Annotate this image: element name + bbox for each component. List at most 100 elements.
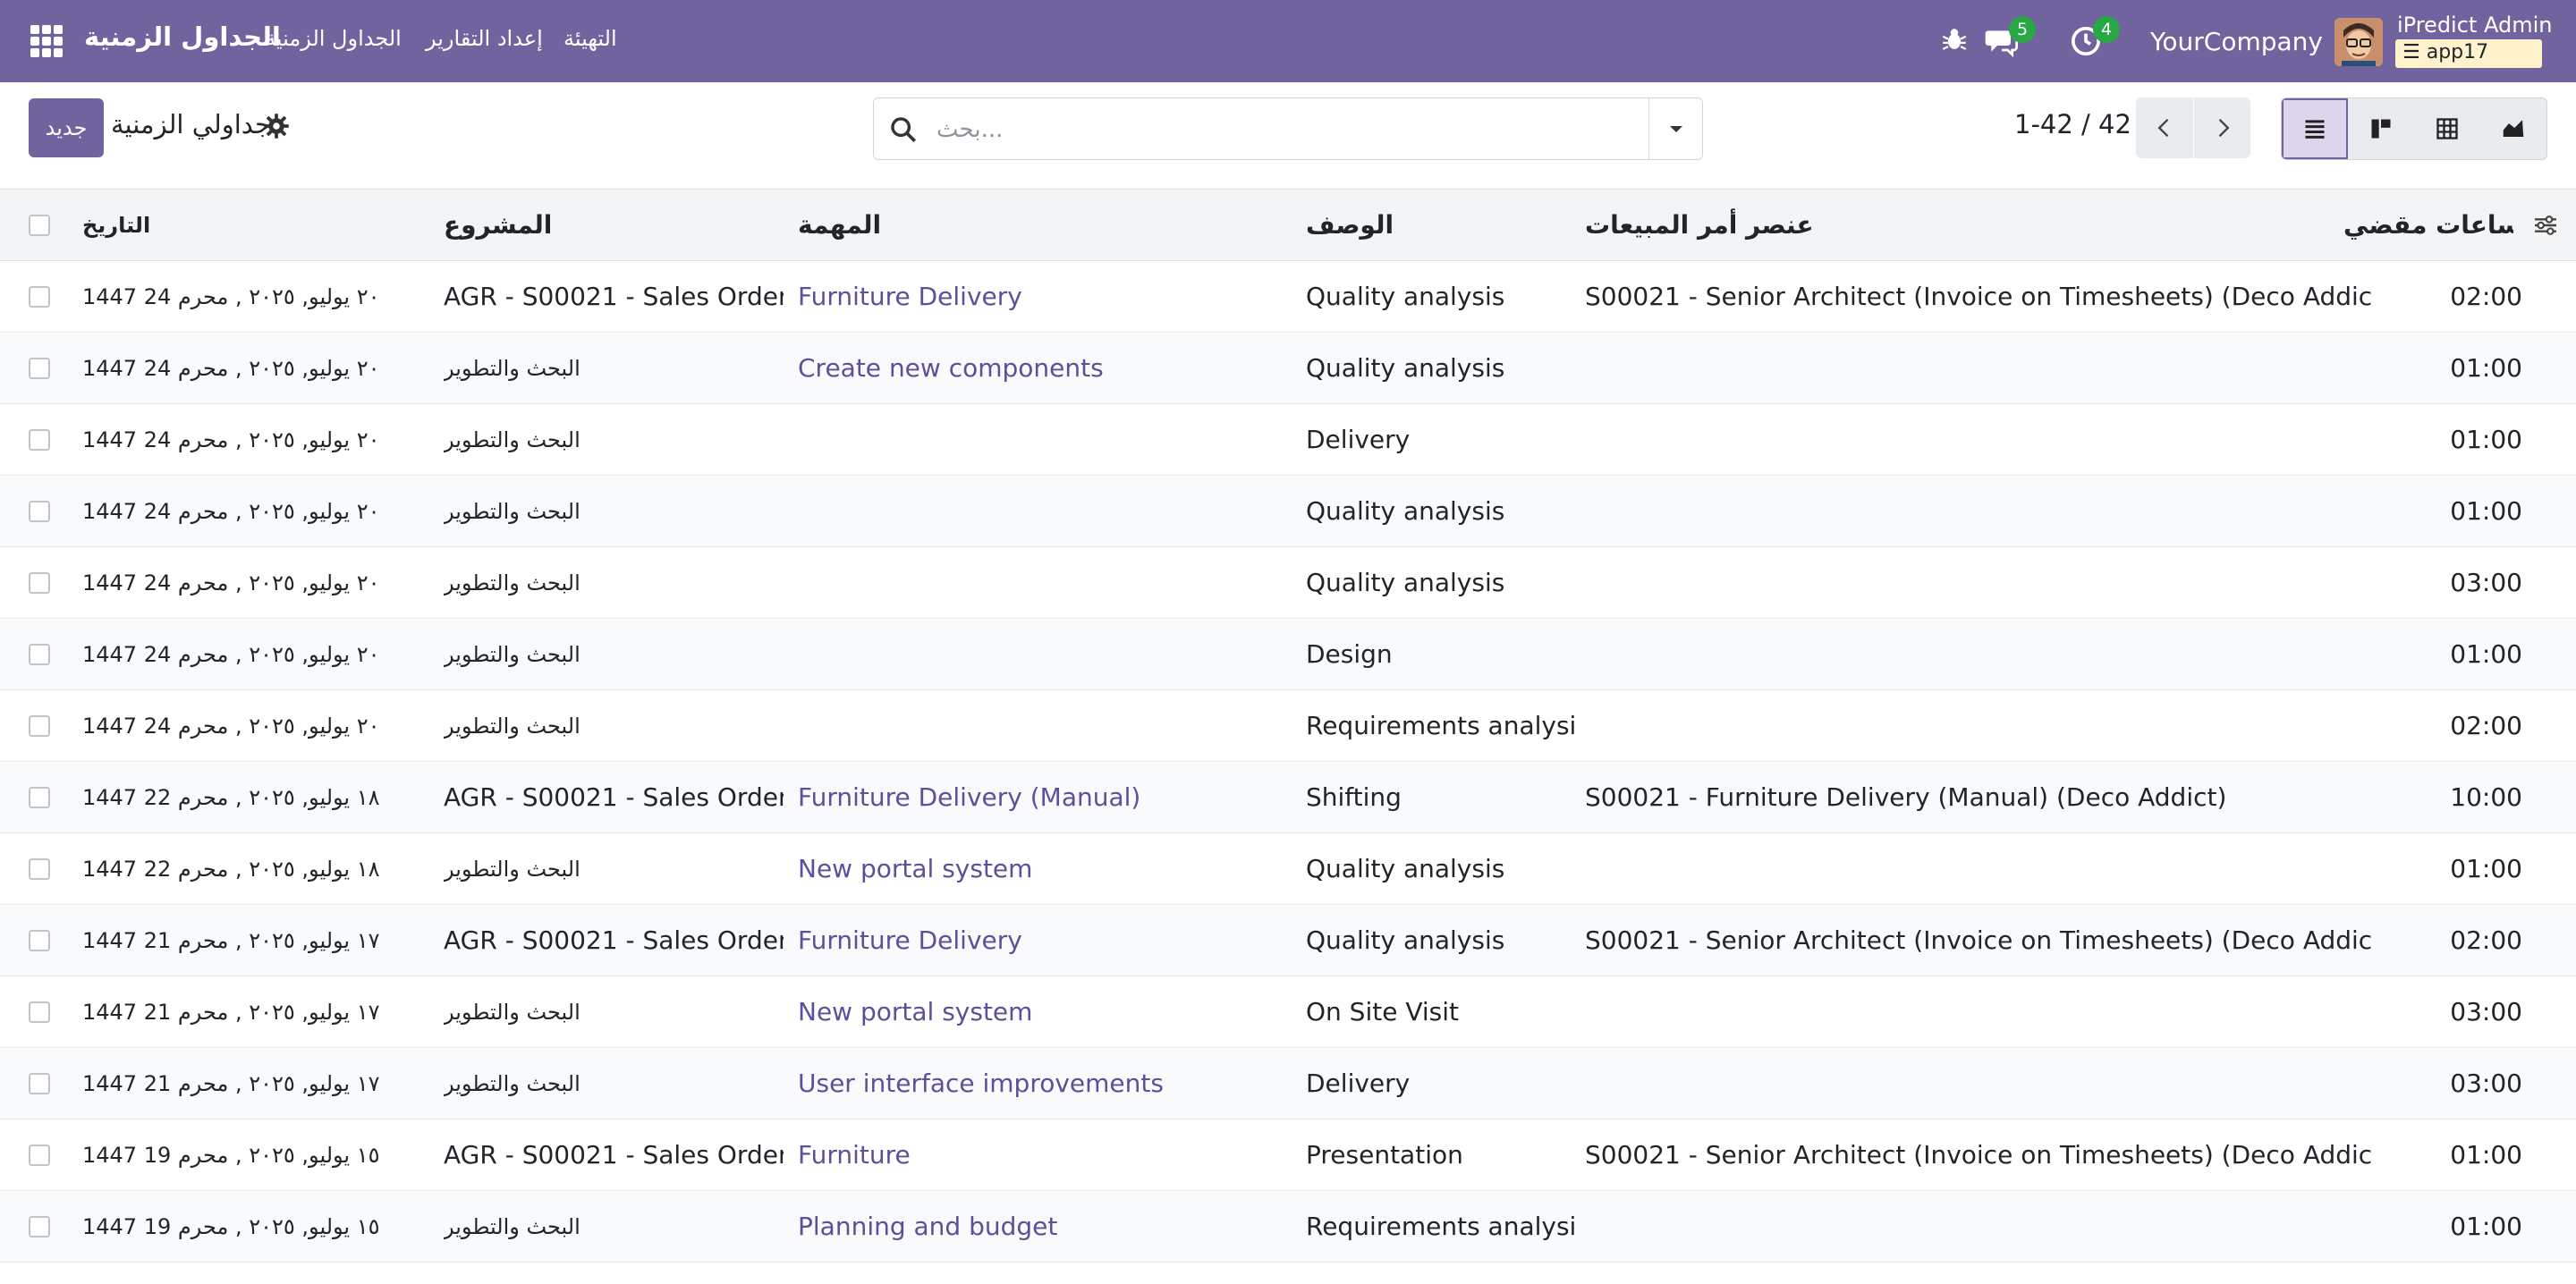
search-icon xyxy=(891,117,917,143)
row-checkbox[interactable] xyxy=(29,1073,50,1094)
table-row[interactable]: ٢٠ يوليو, ٢٠٢٥ , محرم 24 1447 البحث والتط… xyxy=(0,333,2576,404)
column-header-sale-order-item[interactable]: عنصر أمر المبيعات xyxy=(1585,190,2372,261)
cell-sale-order-item xyxy=(1585,833,2372,905)
row-checkbox[interactable] xyxy=(29,1216,50,1238)
row-checkbox[interactable] xyxy=(29,930,50,951)
menu-configuration[interactable]: التهيئة xyxy=(564,26,617,51)
cell-hours: 02:00 xyxy=(2450,925,2522,955)
optional-columns-icon[interactable] xyxy=(2531,211,2560,240)
table-row[interactable]: ١٧ يوليو, ٢٠٢٥ , محرم 21 1447 AGR - S0002… xyxy=(0,905,2576,976)
cell-task[interactable]: Planning and budget xyxy=(798,1191,1299,1263)
cell-project: البحث والتطوير xyxy=(444,1214,580,1239)
cell-task[interactable]: Furniture xyxy=(798,1119,1299,1191)
menu-reporting[interactable]: إعداد التقارير xyxy=(426,26,543,51)
user-name[interactable]: iPredict Admin xyxy=(2397,13,2552,38)
search-bar[interactable]: بحث... xyxy=(873,97,1703,160)
table-row[interactable]: ٢٠ يوليو, ٢٠٢٥ , محرم 24 1447 البحث والتط… xyxy=(0,547,2576,619)
row-checkbox[interactable] xyxy=(29,429,50,451)
cell-date: ٢٠ يوليو, ٢٠٢٥ , محرم 24 1447 xyxy=(82,642,380,667)
cell-hours: 01:00 xyxy=(2450,425,2522,454)
column-header-task[interactable]: المهمة xyxy=(798,190,1299,261)
row-checkbox[interactable] xyxy=(29,286,50,308)
table-row[interactable]: ٢٠ يوليو, ٢٠٢٥ , محرم 24 1447 البحث والتط… xyxy=(0,404,2576,476)
column-header-date[interactable]: التاريخ xyxy=(82,190,404,261)
cell-task[interactable]: New portal system xyxy=(798,976,1299,1048)
row-checkbox[interactable] xyxy=(29,787,50,808)
table-row[interactable]: ١٨ يوليو, ٢٠٢٥ , محرم 22 1447 AGR - S0002… xyxy=(0,762,2576,833)
table-row[interactable]: ٢٠ يوليو, ٢٠٢٥ , محرم 24 1447 البحث والتط… xyxy=(0,690,2576,762)
table-row[interactable]: ٢٠ يوليو, ٢٠٢٥ , محرم 24 1447 البحث والتط… xyxy=(0,476,2576,547)
cell-date: ٢٠ يوليو, ٢٠٢٥ , محرم 24 1447 xyxy=(82,356,380,381)
cell-project: البحث والتطوير xyxy=(444,570,580,596)
control-panel: جديد جداولي الزمنية بحث... 1-42 / 42 xyxy=(0,82,2576,190)
column-header-project[interactable]: المشروع xyxy=(444,190,784,261)
database-icon: ☰ xyxy=(2402,41,2420,63)
table-row[interactable]: ١٨ يوليو, ٢٠٢٥ , محرم 22 1447 البحث والتط… xyxy=(0,833,2576,905)
kanban-view-button[interactable] xyxy=(2348,98,2414,159)
list-icon xyxy=(2305,120,2325,139)
search-input[interactable]: بحث... xyxy=(936,116,1003,143)
column-header-description[interactable]: الوصف xyxy=(1306,190,1574,261)
table-row[interactable]: ١٥ يوليو, ٢٠٢٥ , محرم 19 1447 البحث والتط… xyxy=(0,1191,2576,1263)
cell-hours: 01:00 xyxy=(2450,1140,2522,1170)
cell-description: Quality analysis xyxy=(1306,854,1505,883)
cell-task xyxy=(798,404,1299,476)
cell-sale-order-item: S00021 - Senior Architect (Invoice on Ti… xyxy=(1585,1140,2372,1170)
cell-task[interactable]: Furniture Delivery xyxy=(798,905,1299,976)
cell-description: Shifting xyxy=(1306,782,1402,812)
new-button[interactable]: جديد xyxy=(29,98,104,157)
view-switcher xyxy=(2281,97,2547,160)
table-row[interactable]: ١٥ يوليو, ٢٠٢٥ , محرم 19 1447 AGR - S0002… xyxy=(0,1119,2576,1191)
table-row[interactable]: ٢٠ يوليو, ٢٠٢٥ , محرم 24 1447 AGR - S0002… xyxy=(0,261,2576,333)
cell-task[interactable]: New portal system xyxy=(798,833,1299,905)
cell-date: ٢٠ يوليو, ٢٠٢٥ , محرم 24 1447 xyxy=(82,714,380,739)
pager-next-button[interactable] xyxy=(2193,97,2250,158)
cell-hours: 02:00 xyxy=(2450,282,2522,311)
cell-project: AGR - S00021 - Sales Order xyxy=(444,925,784,955)
row-checkbox[interactable] xyxy=(29,715,50,737)
row-checkbox[interactable] xyxy=(29,644,50,665)
cell-task[interactable]: Furniture Delivery xyxy=(798,261,1299,333)
cell-date: ٢٠ يوليو, ٢٠٢٥ , محرم 24 1447 xyxy=(82,427,380,452)
cell-task[interactable]: Furniture Delivery (Manual) xyxy=(798,762,1299,833)
cell-project: AGR - S00021 - Sales Order xyxy=(444,1140,784,1170)
list-view-button[interactable] xyxy=(2282,98,2348,159)
select-all-checkbox[interactable] xyxy=(29,215,50,236)
app-brand[interactable]: الجداول الزمنية xyxy=(84,21,281,52)
row-checkbox[interactable] xyxy=(29,1001,50,1023)
cell-sale-order-item xyxy=(1585,1191,2372,1263)
table-row[interactable]: ٢٠ يوليو, ٢٠٢٥ , محرم 24 1447 البحث والتط… xyxy=(0,619,2576,690)
cell-project: AGR - S00021 - Sales Order xyxy=(444,282,784,311)
row-checkbox[interactable] xyxy=(29,1145,50,1166)
gear-icon[interactable] xyxy=(263,113,290,139)
cell-task[interactable]: Create new components xyxy=(798,333,1299,404)
row-checkbox[interactable] xyxy=(29,858,50,880)
company-switcher[interactable]: YourCompany xyxy=(2150,27,2323,56)
cell-description: Quality analysis xyxy=(1306,925,1505,955)
table-row[interactable]: ١٧ يوليو, ٢٠٢٥ , محرم 21 1447 البحث والتط… xyxy=(0,1048,2576,1119)
row-checkbox[interactable] xyxy=(29,501,50,522)
cell-project: البحث والتطوير xyxy=(444,356,580,381)
menu-timesheets[interactable]: الجداول الزمنية xyxy=(265,26,402,51)
column-header-hours[interactable]: ساعات مقضي xyxy=(2343,190,2513,261)
database-name: app17 xyxy=(2426,41,2489,63)
debug-bug-icon[interactable] xyxy=(1939,25,1970,55)
apps-menu-icon[interactable] xyxy=(30,25,63,57)
pager-previous-button[interactable] xyxy=(2136,97,2193,158)
chevron-right-icon xyxy=(2218,118,2230,138)
pager-value[interactable]: 1-42 / 42 xyxy=(2014,109,2131,139)
user-avatar[interactable] xyxy=(2334,18,2383,66)
cell-hours: 02:00 xyxy=(2450,711,2522,740)
row-checkbox[interactable] xyxy=(29,572,50,594)
cell-date: ١٧ يوليو, ٢٠٢٥ , محرم 21 1447 xyxy=(82,928,380,953)
cell-description: Quality analysis xyxy=(1306,282,1505,311)
graph-view-button[interactable] xyxy=(2480,98,2546,159)
table-row[interactable]: ١٧ يوليو, ٢٠٢٥ , محرم 21 1447 البحث والتط… xyxy=(0,976,2576,1048)
row-checkbox[interactable] xyxy=(29,358,50,379)
pivot-view-button[interactable] xyxy=(2414,98,2480,159)
cell-date: ١٨ يوليو, ٢٠٢٥ , محرم 22 1447 xyxy=(82,785,380,810)
search-options-toggle[interactable] xyxy=(1648,98,1702,159)
cell-description: Design xyxy=(1306,639,1393,669)
cell-date: ٢٠ يوليو, ٢٠٢٥ , محرم 24 1447 xyxy=(82,499,380,524)
cell-task[interactable]: User interface improvements xyxy=(798,1048,1299,1119)
